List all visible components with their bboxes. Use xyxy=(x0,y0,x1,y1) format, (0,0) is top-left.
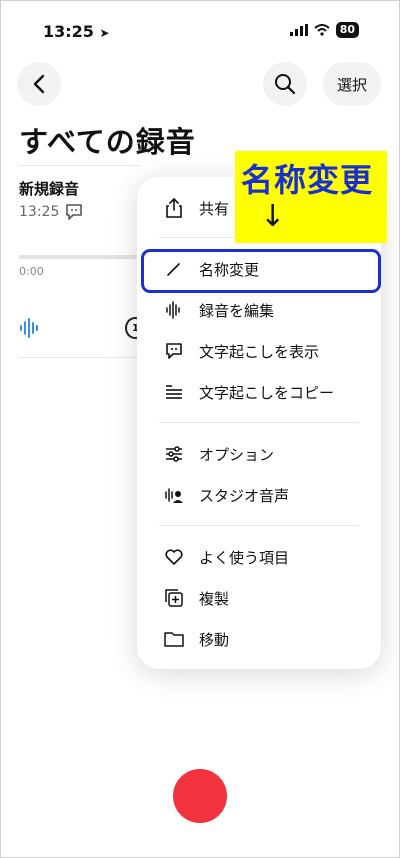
back-button[interactable] xyxy=(17,62,61,106)
menu-item-duplicate[interactable]: 複製 xyxy=(137,580,381,616)
transcript-bubble-icon xyxy=(66,204,82,220)
menu-item-studio-voice[interactable]: スタジオ音声 xyxy=(137,477,381,513)
heart-icon xyxy=(163,546,185,568)
menu-item-label: 文字起こしをコピー xyxy=(199,383,335,402)
menu-item-label: オプション xyxy=(199,445,275,464)
menu-item-label: スタジオ音声 xyxy=(199,486,290,505)
rename-highlight-outline xyxy=(141,249,381,293)
chevron-left-icon xyxy=(33,74,45,94)
title-divider xyxy=(19,165,139,166)
share-icon xyxy=(163,197,185,219)
duplicate-icon xyxy=(163,587,185,609)
menu-item-label: 文字起こしを表示 xyxy=(199,342,320,361)
menu-divider xyxy=(159,422,359,423)
waveform-icon xyxy=(163,299,185,321)
menu-item-show-transcript[interactable]: 文字起こしを表示 xyxy=(137,333,381,369)
annotation-arrow: ↓ xyxy=(260,199,286,234)
signal-icon xyxy=(289,24,308,36)
menu-item-label: 共有 xyxy=(199,199,230,218)
status-time: 13:25 ➤ xyxy=(43,22,110,41)
screen: 13:25 ➤ 80 選択 すべての録音 新規録音 13:25 0:00 共有 … xyxy=(0,0,400,858)
menu-item-options[interactable]: オプション xyxy=(137,436,381,472)
sliders-icon xyxy=(163,443,185,465)
folder-icon xyxy=(163,628,185,650)
transcript-bubble-icon xyxy=(163,340,185,362)
record-button[interactable] xyxy=(173,769,227,823)
menu-item-edit-recording[interactable]: 録音を編集 xyxy=(137,292,381,328)
waveform-icon[interactable] xyxy=(19,317,41,339)
progress-start-time: 0:00 xyxy=(19,265,44,278)
menu-item-copy-transcript[interactable]: 文字起こしをコピー xyxy=(137,374,381,410)
page-title: すべての録音 xyxy=(19,125,196,159)
menu-divider xyxy=(159,525,359,526)
playback-progress[interactable] xyxy=(19,255,139,259)
wifi-icon xyxy=(314,24,330,36)
select-button[interactable]: 選択 xyxy=(322,62,381,106)
copy-transcript-icon xyxy=(163,381,185,403)
search-icon xyxy=(275,74,296,95)
search-button[interactable] xyxy=(263,62,307,106)
menu-item-move[interactable]: 移動 xyxy=(137,621,381,657)
menu-item-label: 複製 xyxy=(199,589,230,608)
status-time-text: 13:25 xyxy=(43,22,94,41)
status-icons: 80 xyxy=(289,22,359,38)
studio-voice-icon xyxy=(163,484,185,506)
menu-item-label: 移動 xyxy=(199,630,230,649)
recording-title[interactable]: 新規録音 xyxy=(19,178,79,199)
location-arrow-icon: ➤ xyxy=(99,26,110,40)
battery-indicator: 80 xyxy=(335,22,359,38)
row-divider xyxy=(19,357,139,358)
menu-item-label: よく使う項目 xyxy=(199,548,290,567)
annotation-text: 名称変更 xyxy=(241,161,374,199)
menu-item-favorite[interactable]: よく使う項目 xyxy=(137,539,381,575)
recording-time: 13:25 xyxy=(19,204,60,220)
menu-item-label: 録音を編集 xyxy=(199,301,275,320)
